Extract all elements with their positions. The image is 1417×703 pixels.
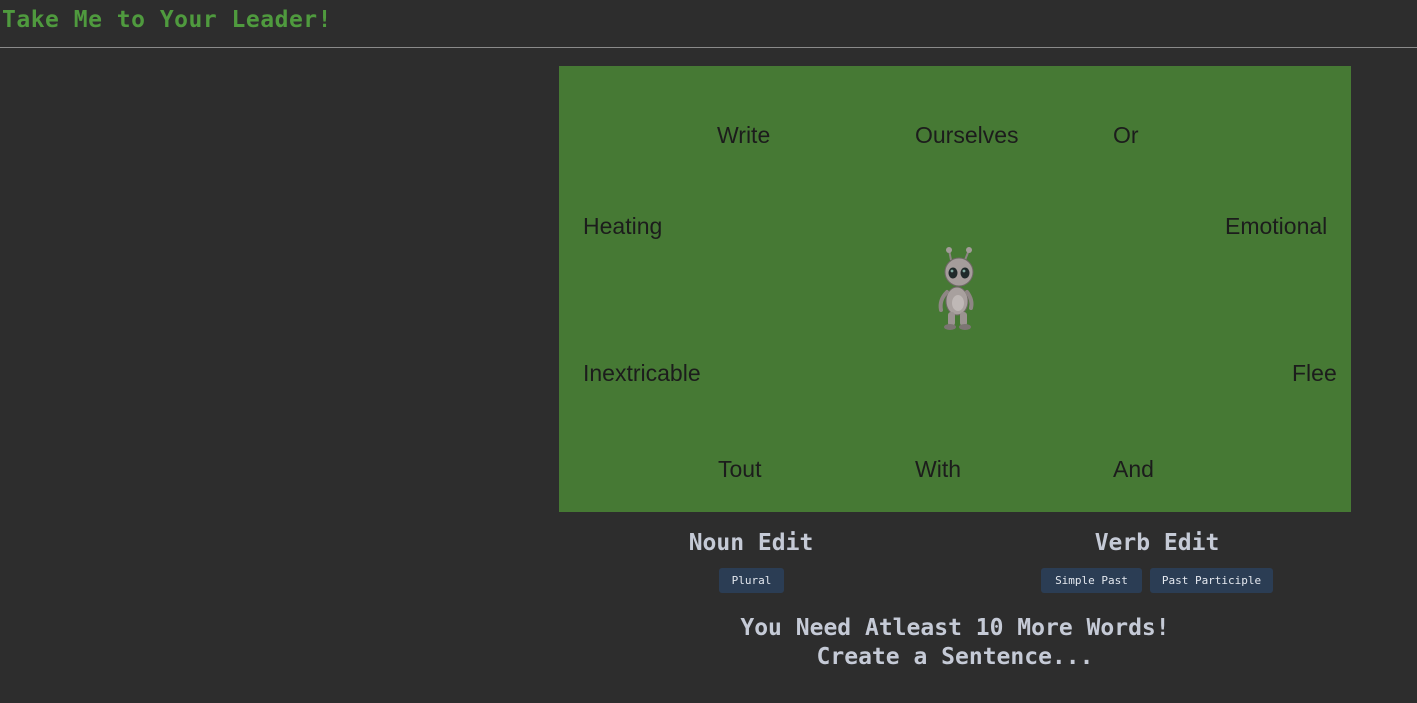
word-tile-and[interactable]: And	[1113, 458, 1154, 481]
word-tile-inextricable[interactable]: Inextricable	[583, 362, 701, 385]
game-board[interactable]: Write Ourselves Or Heating Emotional Ine…	[559, 66, 1351, 512]
noun-edit-heading: Noun Edit	[688, 530, 814, 556]
page-title: Take Me to Your Leader!	[2, 7, 332, 33]
word-count-message: You Need Atleast 10 More Words!	[740, 615, 1170, 641]
header-bar: Take Me to Your Leader!	[0, 0, 1417, 48]
verb-edit-heading: Verb Edit	[1094, 530, 1220, 556]
simple-past-button[interactable]: Simple Past	[1041, 568, 1142, 593]
word-tile-write[interactable]: Write	[717, 124, 770, 147]
word-tile-or[interactable]: Or	[1113, 124, 1139, 147]
word-tile-emotional[interactable]: Emotional	[1225, 215, 1327, 238]
word-tile-heating[interactable]: Heating	[583, 215, 662, 238]
word-tile-flee[interactable]: Flee	[1292, 362, 1337, 385]
alien-icon[interactable]	[931, 246, 977, 332]
word-tile-tout[interactable]: Tout	[718, 458, 761, 481]
sentence-prompt: Create a Sentence...	[816, 644, 1094, 670]
past-participle-button[interactable]: Past Participle	[1150, 568, 1273, 593]
word-tile-ourselves[interactable]: Ourselves	[915, 124, 1019, 147]
word-tile-with[interactable]: With	[915, 458, 961, 481]
plural-button[interactable]: Plural	[719, 568, 784, 593]
